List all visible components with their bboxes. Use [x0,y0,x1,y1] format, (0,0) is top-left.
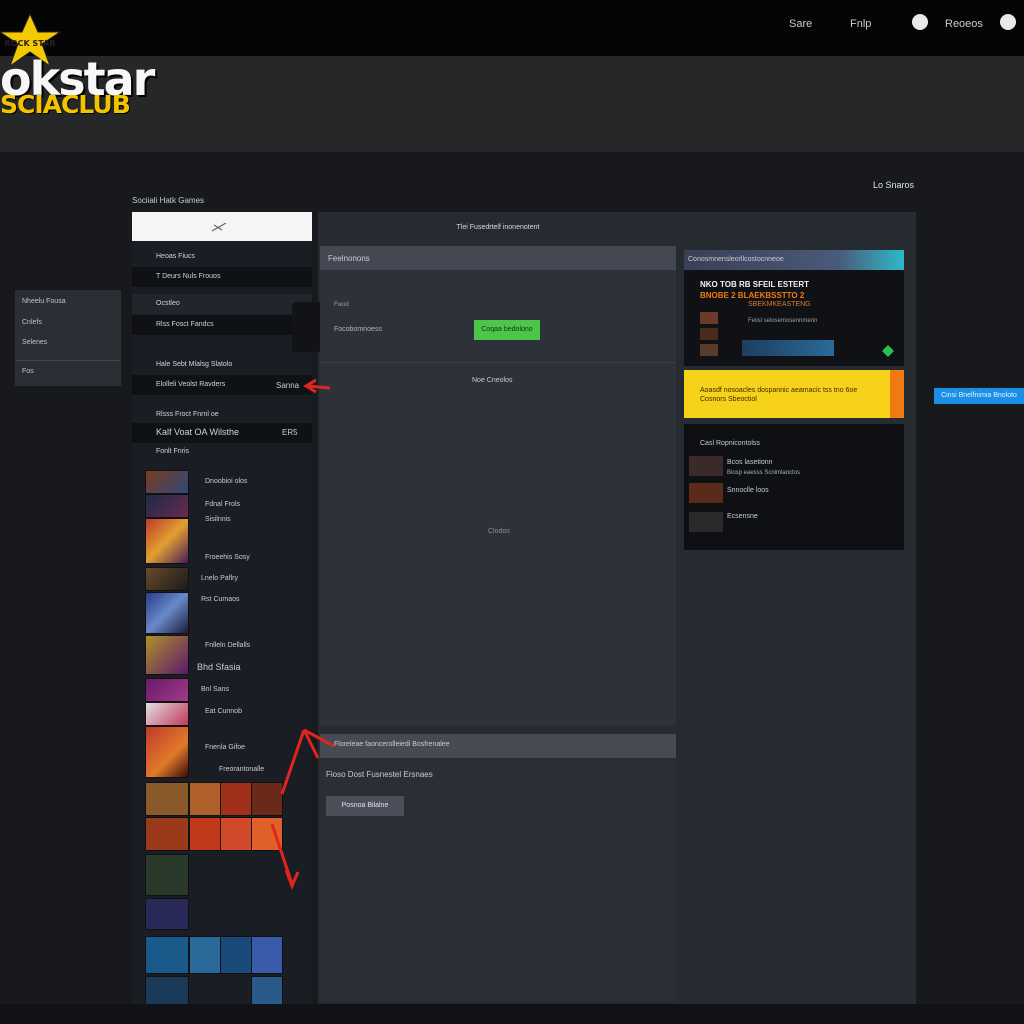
center-panel-header [320,246,676,270]
nav-link-account[interactable]: Reoeos [945,18,983,30]
news-item[interactable]: Ecsensne [727,513,758,520]
game-title[interactable]: Bnl Sans [201,686,229,693]
game-title[interactable]: Fnenla Gifoe [205,744,245,751]
game-title[interactable]: Dnoobioi olos [205,478,247,485]
search-input[interactable] [132,212,312,241]
game-thumbnail[interactable] [145,592,189,634]
game-tile[interactable] [220,936,252,974]
game-title[interactable]: Sisilnnis [205,516,231,523]
logo-badge-text: ROCK STAR [5,39,56,48]
divider [320,362,676,363]
sidebar-item[interactable]: Ocstleo [132,294,312,314]
game-tile[interactable] [145,936,189,974]
promo-thumbnail [700,328,718,340]
user-avatar-icon[interactable] [1000,14,1016,30]
promo-progress-bar [742,340,834,356]
game-thumbnail[interactable] [145,518,189,564]
game-title[interactable]: Bhd Sfasia [197,662,241,672]
news-thumbnail[interactable] [689,456,723,476]
hero-strip [0,56,1024,152]
annotation-arrow [270,728,335,891]
game-thumbnail[interactable] [145,702,189,726]
center-panel [320,246,676,726]
game-title[interactable]: Fnlleln Dellalls [205,642,250,649]
sidebar-item-count: ER5 [282,428,298,437]
game-tile[interactable] [220,782,252,816]
game-thumbnail[interactable] [145,678,189,702]
center-header-label: Feelnonons [328,254,370,263]
news-item[interactable]: Bcos lasetionn [727,459,773,466]
scroll-handle[interactable] [292,302,322,352]
sidebar-item[interactable]: Fonlt Fnris [132,442,312,462]
left-panel-item[interactable]: Cnlefs [22,319,42,326]
search-icon [211,222,227,232]
news-item[interactable]: Biosp eaesss Scnimlanctos [727,470,800,476]
center-sub-label: Noe Cneolos [472,377,513,384]
left-panel-item[interactable]: Selenes [22,339,47,346]
empty-placeholder: Clodos [488,528,510,535]
promo-header-label: Conosmnensleorllcostocnneoe [688,256,784,263]
game-thumbnail[interactable] [145,567,189,591]
sidebar-item[interactable]: Rlsss Froct Fnrnl oe [132,405,312,425]
game-tile[interactable] [251,936,283,974]
game-title[interactable]: Freorantonalle [219,766,264,773]
section-title: Sociiali Hatk Games [132,196,205,205]
game-tile[interactable] [145,854,189,896]
promo-line: Feiisl selosemosennmenn [748,318,818,324]
center-row-label: Fwod [334,302,349,308]
game-title[interactable]: Rst Cumaos [201,596,240,603]
sidebar-item[interactable]: Heoas Fiucs [132,247,312,267]
news-thumbnail[interactable] [689,512,723,532]
game-title[interactable]: Lnelo Paflry [201,575,238,582]
game-tile[interactable] [251,976,283,1006]
game-tile[interactable] [145,817,189,851]
game-thumbnail[interactable] [145,635,189,675]
sidebar-item-selected[interactable]: T Deurs Nuls Frouos [132,267,312,287]
divider [15,360,121,361]
game-thumbnail[interactable] [145,726,189,778]
center-lower-header-label: Floreleae faoncerolleiedi Bosfrenalee [334,741,450,748]
center-tab-title: Tlei Fusedrtelf inonenotent [456,224,540,231]
annotation-arrow [303,378,331,394]
nav-link-help[interactable]: Fnlp [850,18,871,30]
promo-thumbnail [700,312,718,324]
game-thumbnail[interactable] [145,470,189,494]
center-row-label: Focobomnoess [334,326,382,333]
external-link-button[interactable]: Cinsi Bnelfnimia Bnoloto [934,388,1024,404]
globe-icon[interactable] [912,14,928,30]
game-tile[interactable] [145,782,189,816]
game-title[interactable]: Froeehis Sosy [205,554,250,561]
news-title: Casl Ropnicontolss [700,440,760,447]
game-title[interactable]: Fdnal Frols [205,501,240,508]
footer-bar [0,1004,1024,1024]
alert-banner-text: Aoasdf nosoacles dospannic aeamacic tss … [700,387,858,403]
game-title[interactable]: Eat Cunnob [205,708,242,715]
promo-thumbnail [700,344,718,356]
game-tile[interactable] [220,817,252,851]
promo-line: BNOBE 2 BLAEKBSSTTO 2 [700,291,805,300]
left-panel-item[interactable]: Nheelu Fousa [22,298,66,305]
news-thumbnail[interactable] [689,483,723,503]
left-panel-item[interactable]: Fos [22,368,34,375]
promo-title: NKO TOB RB SFEIL ESTERT [700,280,810,289]
nav-link-store[interactable]: Sare [789,18,812,30]
primary-action-button[interactable]: Coqaa bedolono [474,320,540,340]
game-tile[interactable] [145,976,189,1006]
logo-subtitle: SCIACLUB [0,90,131,119]
promo-line: SBEKMKEASTENG [748,301,811,308]
game-tile[interactable] [145,898,189,930]
sidebar-item[interactable]: Rlss Fosct Fandcs [132,315,312,335]
news-item[interactable]: Snnoclle loos [727,487,769,494]
game-thumbnail[interactable] [145,494,189,518]
right-section-title: Lo Snaros [873,180,915,190]
